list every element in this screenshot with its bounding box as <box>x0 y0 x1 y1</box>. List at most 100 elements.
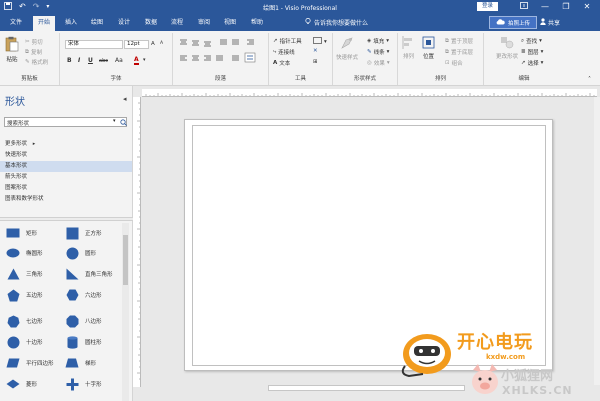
stencil-more-shapes[interactable]: 更多形状 ▸ <box>0 139 132 150</box>
layers-button[interactable]: ≣ 图层 ▾ <box>521 48 543 56</box>
pane-divider[interactable] <box>0 217 133 221</box>
shape-item[interactable]: 梯形 <box>65 355 96 371</box>
collapse-ribbon-icon[interactable]: ˄ <box>588 76 591 83</box>
find-button[interactable]: ⌕ 查找 ▾ <box>521 37 542 46</box>
tab-file[interactable]: 文件 <box>5 16 27 31</box>
tab-data[interactable]: 数据 <box>140 16 162 31</box>
cut-button[interactable]: ✂ 剪切 <box>25 38 43 46</box>
more-tools-button[interactable]: ⊞ <box>313 59 318 65</box>
layers-icon: ≣ <box>521 49 526 55</box>
shape-item[interactable]: 六边形 <box>65 287 102 303</box>
select-button[interactable]: ➚ 选择 ▾ <box>521 59 543 67</box>
shapes-scrollbar[interactable] <box>122 223 129 401</box>
select-dropdown-icon: ▾ <box>540 60 544 66</box>
shape-search-box[interactable]: 搜索形状 ▾ <box>4 117 127 127</box>
search-icon[interactable] <box>120 119 127 128</box>
font-size-select[interactable]: 12pt <box>124 40 149 49</box>
find-label: 查找 <box>526 39 538 45</box>
stencil-chart-math-shapes[interactable]: 图表和数学形状 <box>0 194 132 205</box>
tab-draw[interactable]: 绘图 <box>86 16 108 31</box>
share-button[interactable]: 共享 <box>540 18 560 27</box>
fill-button[interactable]: ◈ 填充 ▾ <box>367 37 389 45</box>
vertical-ruler <box>133 97 141 387</box>
line-button[interactable]: ✎ 线条 ▾ <box>367 48 389 56</box>
shape-item[interactable]: 五边形 <box>6 287 43 303</box>
tab-process[interactable]: 流程 <box>166 16 188 31</box>
position-button[interactable]: 位置 <box>422 36 435 60</box>
shape-label: 正方形 <box>85 231 102 237</box>
more-tools-icon: ⊞ <box>313 59 318 65</box>
clipboard-group-label: 剪贴板 <box>21 76 38 82</box>
right-triangle-icon <box>65 267 79 281</box>
tab-home[interactable]: 开始 <box>33 16 56 31</box>
ribbon-display-options-icon[interactable] <box>517 1 531 13</box>
bold-button[interactable]: B <box>67 57 72 64</box>
shape-dropdown-icon: ▾ <box>324 38 327 45</box>
minimize-button[interactable]: — <box>538 1 552 13</box>
share-label: 共享 <box>548 20 561 27</box>
copy-button[interactable]: ⧉ 复制 <box>25 48 42 57</box>
shape-item[interactable]: 十边形 <box>6 334 43 350</box>
trapezoid-icon <box>65 356 79 370</box>
connection-point-button[interactable]: ✕ <box>313 48 318 54</box>
bring-to-front-button[interactable]: ⧉ 置于顶层 <box>445 37 473 46</box>
shape-item[interactable]: 圆形 <box>65 245 96 261</box>
pointer-tool-button[interactable]: ➚ 指针工具 <box>273 37 302 45</box>
font-color-button[interactable]: A <box>134 56 139 65</box>
stencil-pattern-shapes[interactable]: 图案形状 <box>0 183 132 194</box>
tab-review[interactable]: 审阅 <box>193 16 215 31</box>
paste-label: 粘贴 <box>6 57 18 63</box>
tab-insert[interactable]: 插入 <box>60 16 82 31</box>
tab-design[interactable]: 设计 <box>113 16 135 31</box>
shape-item[interactable]: 三角形 <box>6 266 43 282</box>
stencil-arrow-shapes[interactable]: 箭头形状 <box>0 172 132 183</box>
collapse-pane-icon[interactable]: ◂ <box>123 95 127 103</box>
shape-item[interactable]: 椭圆形 <box>6 245 43 261</box>
line-dropdown-icon: ▾ <box>386 49 390 55</box>
stencil-quick-shapes[interactable]: 快速形状 <box>0 150 132 161</box>
paragraph-tools-icon[interactable] <box>179 39 263 67</box>
send-to-back-button[interactable]: ⧉ 置于底层 <box>445 48 473 57</box>
format-painter-button[interactable]: ✎ 格式刷 <box>25 58 48 66</box>
restore-button[interactable]: ❐ <box>559 1 573 13</box>
shape-item[interactable]: 圆柱形 <box>65 334 102 350</box>
shape-search-input[interactable]: 搜索形状 <box>7 119 29 127</box>
effects-button[interactable]: ◎ 效果 ▾ <box>367 59 390 67</box>
shape-item[interactable]: 平行四边形 <box>6 355 54 371</box>
font-name-select[interactable]: 宋体 <box>65 40 123 49</box>
shape-item[interactable]: 直角三角形 <box>65 266 113 282</box>
shape-label: 八边形 <box>85 319 102 325</box>
shape-item[interactable]: 十字形 <box>65 376 102 392</box>
scrollbar-thumb[interactable] <box>123 235 128 285</box>
shape-item[interactable]: 菱形 <box>6 376 37 392</box>
shape-label: 菱形 <box>26 382 38 388</box>
shape-item[interactable]: 矩形 <box>6 225 37 241</box>
italic-button[interactable]: I <box>78 57 80 64</box>
quick-styles-button[interactable]: 快速样式 <box>336 36 358 61</box>
search-dropdown-icon[interactable]: ▾ <box>113 118 116 124</box>
tab-help[interactable]: 帮助 <box>246 16 268 31</box>
underline-button[interactable]: U <box>88 57 93 64</box>
change-shape-button[interactable]: 更改形状 <box>496 36 518 60</box>
rectangle-tool-button[interactable]: ▾ <box>313 37 327 46</box>
tab-view[interactable]: 视图 <box>219 16 241 31</box>
login-button[interactable]: 登录 <box>477 2 499 11</box>
stencil-basic-shapes[interactable]: 基本形状 <box>0 161 132 172</box>
shape-item[interactable]: 正方形 <box>65 225 102 241</box>
tell-me-box[interactable]: 告诉我你想要做什么 <box>305 18 368 27</box>
paste-button[interactable]: 粘贴 <box>5 36 19 63</box>
strikethrough-button[interactable]: abc <box>99 58 108 64</box>
shape-item[interactable]: 七边形 <box>6 313 43 329</box>
close-button[interactable]: ✕ <box>580 1 594 13</box>
upload-photo-button[interactable]: 拍照上传 <box>489 16 538 29</box>
text-tool-button[interactable]: A 文本 <box>273 59 290 67</box>
change-case-button[interactable]: Aa <box>115 57 123 64</box>
align-button[interactable]: 排列 <box>402 36 415 60</box>
group-button[interactable]: ⊡ 组合 <box>445 59 463 67</box>
pointer-icon: ➚ <box>273 38 278 44</box>
font-color-dropdown-icon[interactable]: ▾ <box>143 57 146 63</box>
shrink-font-button[interactable]: A <box>160 41 163 46</box>
shape-item[interactable]: 八边形 <box>65 313 102 329</box>
grow-font-button[interactable]: A <box>151 41 155 47</box>
connector-button[interactable]: ⤷ 连接线 <box>273 48 295 57</box>
